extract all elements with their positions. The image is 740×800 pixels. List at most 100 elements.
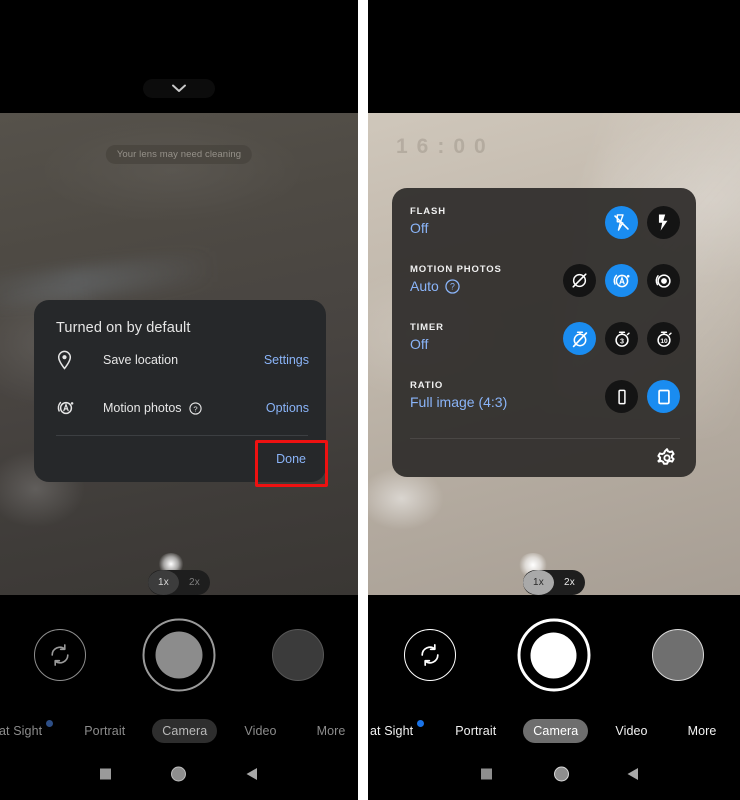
dialog-row-label: Motion photos ? (82, 401, 266, 415)
help-icon[interactable]: ? (445, 278, 460, 294)
ratio-value-text: Full image (4:3) (410, 394, 508, 410)
right-phone-screen: 16:00 FLASH Off MOTION PHOTOS Auto ? TIM… (368, 0, 740, 800)
timer-value-text: Off (410, 336, 429, 352)
zoom-toggle[interactable]: 1x 2x (148, 570, 210, 595)
switch-camera-button[interactable] (0, 600, 119, 710)
zoom-option-1x[interactable]: 1x (148, 570, 179, 595)
camera-settings-sheet: FLASH Off MOTION PHOTOS Auto ? TIMER Off… (392, 188, 696, 477)
flash-off-option[interactable] (605, 206, 638, 239)
screenshot-stage: Your lens may need cleaning Turned on by… (0, 0, 740, 800)
mode-portrait[interactable]: Portrait (74, 719, 135, 743)
motion-photos-caption: MOTION PHOTOS (410, 264, 502, 275)
mode-video[interactable]: Video (605, 719, 657, 743)
timer-off-option[interactable] (563, 322, 596, 355)
dialog-row-motion-photos[interactable]: Motion photos ? Options (34, 384, 326, 432)
mode-label: at Sight (0, 724, 43, 738)
motion-photos-value-text: Auto (410, 278, 439, 294)
flash-caption: FLASH (410, 206, 446, 217)
svg-text:10: 10 (660, 338, 668, 345)
recents-square-icon[interactable] (481, 768, 492, 780)
motion-auto-option[interactable] (605, 264, 638, 297)
motion-auto-icon (612, 274, 629, 287)
home-circle-icon[interactable] (171, 766, 186, 782)
ratio-4-3-option[interactable] (647, 380, 680, 413)
night-sight-indicator-dot (46, 720, 54, 727)
recents-square-icon[interactable] (100, 768, 111, 780)
mode-camera[interactable]: Camera (152, 719, 218, 743)
right-mode-strip: at Sight Portrait Camera Video More (368, 714, 740, 748)
mode-night-sight[interactable]: at Sight (368, 719, 425, 743)
right-camera-controls (368, 600, 740, 710)
home-circle-icon[interactable] (554, 766, 569, 782)
flash-on-icon (658, 214, 668, 231)
flash-value: Off (410, 220, 605, 236)
timer-3s-option[interactable]: 3 (605, 322, 638, 355)
left-camera-controls (0, 600, 358, 710)
row-label-text: Save location (103, 353, 179, 367)
shutter-button[interactable] (492, 600, 616, 710)
ratio-options (605, 378, 680, 413)
dialog-row-save-location[interactable]: Save location Settings (34, 336, 326, 384)
timer-caption: TIMER (410, 322, 444, 333)
location-pin-icon (56, 350, 82, 370)
camera-switch-icon (421, 644, 439, 666)
sheet-footer (392, 439, 696, 477)
ratio-text: RATIO Full image (4:3) (410, 378, 605, 410)
shutter-inner (530, 632, 577, 678)
svg-text:?: ? (193, 404, 197, 413)
switch-camera-button[interactable] (368, 600, 492, 710)
zoom-option-2x[interactable]: 2x (179, 570, 210, 595)
gallery-thumbnail-button[interactable] (239, 600, 358, 710)
motion-on-icon (655, 273, 671, 288)
dialog-title: Turned on by default (56, 320, 191, 336)
help-icon[interactable]: ? (188, 401, 202, 415)
motion-photos-options-link[interactable]: Options (266, 401, 309, 415)
timer-value: Off (410, 336, 563, 352)
motion-photos-value: Auto ? (410, 278, 563, 294)
turned-on-by-default-dialog: Turned on by default Save location Setti… (34, 300, 326, 482)
done-button[interactable]: Done (276, 452, 306, 466)
mode-video[interactable]: Video (234, 719, 286, 743)
dialog-footer: Done (34, 436, 326, 482)
flash-value-text: Off (410, 220, 429, 236)
motion-off-option[interactable] (563, 264, 596, 297)
flash-on-option[interactable] (647, 206, 680, 239)
gear-icon (657, 448, 675, 465)
ratio-value: Full image (4:3) (410, 394, 605, 410)
shutter-button[interactable] (119, 600, 239, 710)
gallery-thumbnail-button[interactable] (616, 600, 740, 710)
flash-options (605, 204, 680, 239)
more-settings-button[interactable] (656, 447, 678, 469)
save-location-settings-link[interactable]: Settings (264, 353, 309, 367)
ratio-caption: RATIO (410, 380, 444, 391)
back-triangle-icon[interactable] (626, 767, 639, 781)
mode-night-sight[interactable]: at Sight (0, 719, 54, 743)
timer-off-icon (572, 331, 587, 347)
left-mode-strip: at Sight Portrait Camera Video More (0, 714, 358, 748)
zoom-option-1x[interactable]: 1x (523, 570, 554, 595)
setting-row-flash: FLASH Off (392, 204, 696, 262)
zoom-toggle[interactable]: 1x 2x (523, 570, 585, 595)
flash-off-icon (614, 214, 629, 231)
mode-portrait[interactable]: Portrait (445, 719, 506, 743)
panel-divider (358, 0, 368, 800)
svg-text:3: 3 (620, 336, 624, 345)
zoom-option-2x[interactable]: 2x (554, 570, 585, 595)
ratio-16-9-icon (617, 389, 626, 404)
dialog-row-label: Save location (82, 353, 264, 367)
mode-more[interactable]: More (307, 719, 356, 743)
ratio-16-9-option[interactable] (605, 380, 638, 413)
motion-on-option[interactable] (647, 264, 680, 297)
setting-row-timer: TIMER Off 3 10 (392, 320, 696, 378)
timer-text: TIMER Off (410, 320, 563, 352)
motion-photos-text: MOTION PHOTOS Auto ? (410, 262, 563, 294)
setting-row-motion-photos: MOTION PHOTOS Auto ? (392, 262, 696, 320)
collapse-pill[interactable] (143, 79, 215, 98)
timer-10s-icon: 10 (656, 331, 672, 347)
lens-cleaning-toast: Your lens may need cleaning (105, 145, 253, 164)
mode-camera[interactable]: Camera (523, 719, 589, 743)
mode-label: at Sight (370, 724, 414, 738)
timer-10s-option[interactable]: 10 (647, 322, 680, 355)
back-triangle-icon[interactable] (245, 767, 258, 781)
mode-more[interactable]: More (678, 719, 727, 743)
